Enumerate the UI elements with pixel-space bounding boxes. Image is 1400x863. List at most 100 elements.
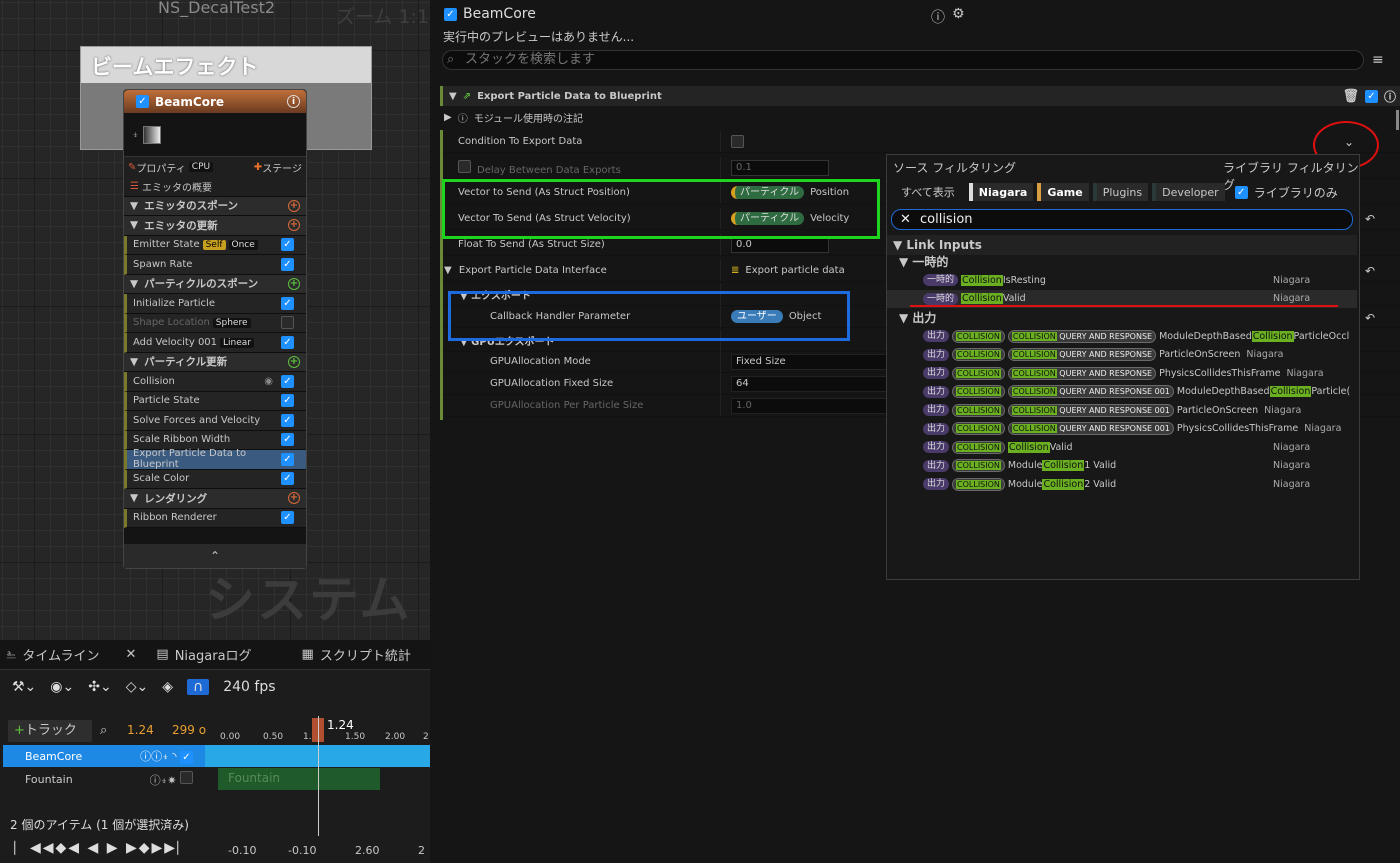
current-time[interactable]: 1.24 bbox=[127, 723, 154, 737]
stack-item-scale-ribbon-width[interactable]: Scale Ribbon Width ✓ bbox=[124, 430, 306, 450]
add-module-icon[interactable]: + bbox=[288, 492, 300, 505]
collapse-button[interactable]: ⌃ bbox=[124, 544, 306, 568]
track-enable-checkbox[interactable] bbox=[180, 770, 193, 784]
stack-item-scale-color[interactable]: Scale Color ✓ bbox=[124, 469, 306, 489]
tab-timeline[interactable]: タイムライン bbox=[22, 645, 99, 664]
info-icon[interactable]: i bbox=[287, 95, 300, 108]
emitter-node-header[interactable]: ✓ BeamCore i bbox=[124, 90, 306, 113]
info-icon[interactable]: ⓘ bbox=[931, 7, 945, 27]
stack-item-add-velocity-001[interactable]: Add Velocity 001 Linear ✓ bbox=[124, 333, 306, 353]
eye-icon[interactable]: ◉ bbox=[264, 376, 273, 387]
module-enable-checkbox[interactable]: ✓ bbox=[281, 511, 294, 525]
property-row-condition-to-export-data[interactable]: Condition To Export Data bbox=[440, 131, 1400, 153]
stack-item-initialize-particle[interactable]: Initialize Particle ✓ bbox=[124, 294, 306, 314]
link-input-item[interactable]: 一時的 Collision IsResting Niagara bbox=[887, 271, 1357, 290]
add-module-icon[interactable]: + bbox=[288, 277, 300, 290]
reset-icon[interactable]: ↶ bbox=[1365, 311, 1375, 325]
eye-icon[interactable]: ◉⌄ bbox=[50, 679, 74, 695]
link-input-item[interactable]: 出力 COLLISION COLLISION QUERY AND RESPONSE P… bbox=[887, 364, 1357, 383]
parameter-picker-popup[interactable]: ソース フィルタリング ライブラリ フィルタリング すべて表示 Niagara … bbox=[886, 154, 1360, 580]
module-enable-checkbox[interactable]: ✓ bbox=[281, 238, 294, 252]
property-value[interactable]: Export particle data bbox=[745, 265, 844, 276]
module-enable-checkbox[interactable]: ✓ bbox=[281, 335, 294, 349]
stage-button[interactable]: ステージ bbox=[262, 160, 302, 175]
link-input-item[interactable]: 出力 COLLISION COLLISION QUERY AND RESPONSE … bbox=[887, 383, 1357, 402]
reset-icon[interactable]: ↶ bbox=[1365, 212, 1375, 226]
expand-icon[interactable]: ▼ bbox=[130, 219, 138, 231]
tab-niagara-log[interactable]: Niagaraログ bbox=[175, 645, 252, 664]
filter-icon[interactable]: ≡ bbox=[1372, 52, 1384, 68]
module-enable-checkbox[interactable]: ✓ bbox=[281, 257, 294, 271]
trash-icon[interactable]: 🗑 bbox=[1342, 89, 1359, 104]
info-icon[interactable]: ⓘ bbox=[1384, 88, 1396, 105]
key-icon[interactable]: ◇⌄ bbox=[126, 679, 149, 695]
chip-developer[interactable]: Developer bbox=[1152, 183, 1225, 201]
expand-icon[interactable]: ▼ bbox=[130, 356, 138, 368]
emitter-node[interactable]: ✓ BeamCore i ⍖ ✎ プロパティ CPU ✚ ステージ ☰ エミッタの… bbox=[123, 89, 307, 569]
time-ruler[interactable]: 0.00 0.50 1.00 1.50 2.00 2 1.24 bbox=[215, 716, 430, 746]
stack-item-particle-state[interactable]: Particle State ✓ bbox=[124, 391, 306, 411]
magnet-icon[interactable]: ∩ bbox=[186, 679, 210, 695]
module-enable-checkbox[interactable]: ✓ bbox=[281, 452, 294, 466]
output-category[interactable]: ▼ 出力 bbox=[899, 309, 936, 326]
module-header[interactable]: ▼ ⇗ Export Particle Data to Blueprint 🗑 … bbox=[440, 86, 1400, 106]
link-input-item[interactable]: 出力 COLLISION COLLISION QUERY AND RESPONSE … bbox=[887, 401, 1357, 420]
transport-controls[interactable]: ⎸◀◀◆◀ ◀ ▶ ▶◆▶▶⎸ bbox=[14, 840, 193, 856]
edit-condition-checkbox[interactable] bbox=[458, 159, 471, 173]
module-enable-checkbox[interactable]: ✓ bbox=[281, 374, 294, 388]
link-input-item[interactable]: 出力 COLLISION COLLISION QUERY AND RESPONSE … bbox=[887, 420, 1357, 439]
chip-niagara[interactable]: Niagara bbox=[968, 183, 1034, 201]
module-enable-checkbox[interactable]: ✓ bbox=[281, 472, 294, 486]
wrench-icon[interactable]: ⚒⌄ bbox=[12, 679, 36, 695]
emitter-enable-checkbox[interactable]: ✓ bbox=[444, 7, 457, 21]
transform-icon[interactable]: ✣⌄ bbox=[88, 679, 111, 695]
stack-section-item[interactable]: ▼ パーティクルのスポーン + bbox=[124, 274, 306, 294]
module-enable-checkbox[interactable]: ✓ bbox=[281, 394, 294, 408]
library-only-checkbox[interactable]: ✓ bbox=[1234, 185, 1248, 199]
collision-search-input[interactable]: ✕ collision bbox=[891, 209, 1353, 230]
add-track-button[interactable]: +トラック bbox=[8, 720, 92, 742]
stack-item-shape-location[interactable]: Shape Location Sphere bbox=[124, 313, 306, 333]
expand-icon[interactable]: ▼ bbox=[444, 265, 455, 276]
track-enable-checkbox[interactable]: ✓ bbox=[180, 751, 193, 764]
tab-script-stats[interactable]: スクリプト統計 bbox=[320, 645, 411, 664]
module-enable-checkbox[interactable] bbox=[281, 316, 294, 330]
module-enable-checkbox[interactable]: ✓ bbox=[281, 433, 294, 447]
stack-section-item[interactable]: ▼ レンダリング + bbox=[124, 489, 306, 509]
close-icon[interactable]: ✕ bbox=[126, 647, 137, 662]
chevron-down-icon[interactable]: ⌄ bbox=[1344, 135, 1354, 149]
link-input-item[interactable]: 出力 COLLISION Module Collision 1 Valid Niagar… bbox=[887, 457, 1357, 476]
stack-item-ribbon-renderer[interactable]: Ribbon Renderer ✓ bbox=[124, 508, 306, 528]
stack-item-export-particle-data-to-blueprint[interactable]: Export Particle Data to Blueprint ✓ bbox=[124, 448, 306, 470]
stack-item-spawn-rate[interactable]: Spawn Rate ✓ bbox=[124, 255, 306, 275]
gear-icon[interactable]: ⚙ bbox=[952, 6, 965, 22]
link-inputs-header[interactable]: ▼ Link Inputs bbox=[887, 235, 1357, 255]
stack-item-collision[interactable]: Collision ◉ ✓ bbox=[124, 372, 306, 392]
stack-section-item[interactable]: ▼ エミッタの更新 + bbox=[124, 216, 306, 236]
temp-category[interactable]: ▼ 一時的 bbox=[899, 253, 948, 270]
chip-game[interactable]: Game bbox=[1037, 183, 1089, 201]
link-input-item[interactable]: 出力 COLLISION COLLISION QUERY AND RESPONSE M… bbox=[887, 327, 1357, 346]
module-enable-checkbox[interactable]: ✓ bbox=[281, 413, 294, 427]
property-value-field[interactable]: 64 bbox=[731, 375, 891, 392]
filter-icon[interactable]: ⌕ bbox=[100, 723, 107, 738]
show-all-button[interactable]: すべて表示 bbox=[901, 184, 955, 200]
clear-icon[interactable]: ✕ bbox=[900, 210, 911, 229]
expand-icon[interactable]: ▼ bbox=[130, 492, 138, 504]
link-input-item[interactable]: 出力 COLLISION Collision Valid Niagara bbox=[887, 438, 1357, 457]
track-row-beamcore[interactable]: BeamCore ⓘⓘ⍖ ◝ ✓ bbox=[3, 745, 205, 767]
expand-icon[interactable]: ▶ bbox=[444, 112, 452, 123]
property-value-field[interactable]: 0.1 bbox=[731, 159, 829, 176]
system-graph[interactable]: NS_DecalTest2 ズーム 1:1 ビームエフェクト システム ✓ Be… bbox=[0, 0, 430, 640]
track-row-fountain[interactable]: Fountain ⓘ⍖✷ bbox=[3, 768, 205, 790]
chip-plugins[interactable]: Plugins bbox=[1092, 183, 1149, 201]
fps-select[interactable]: 240 fps bbox=[223, 679, 275, 695]
stack-group-header[interactable]: ☰ エミッタの概要 bbox=[124, 177, 306, 197]
module-enable-checkbox[interactable]: ✓ bbox=[281, 296, 294, 310]
stack-item-solve-forces-and-velocity[interactable]: Solve Forces and Velocity ✓ bbox=[124, 411, 306, 431]
scrollbar[interactable] bbox=[1396, 110, 1399, 130]
stack-section-item[interactable]: ▼ エミッタのスポーン + bbox=[124, 196, 306, 216]
link-input-item[interactable]: 出力 COLLISION COLLISION QUERY AND RESPONSE P… bbox=[887, 346, 1357, 365]
stack-search-input[interactable]: ⌕ スタックを検索します bbox=[442, 50, 1364, 70]
reset-icon[interactable]: ↶ bbox=[1365, 264, 1375, 278]
